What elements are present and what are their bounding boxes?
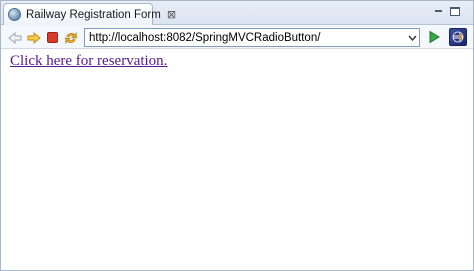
eclipse-icon (452, 31, 464, 43)
eclipse-button[interactable] (449, 28, 467, 46)
tab-strip: Railway Registration Form ⊠ (1, 1, 473, 25)
go-button[interactable] (427, 30, 441, 44)
stop-button[interactable] (45, 30, 60, 45)
stop-icon (47, 32, 58, 43)
maximize-icon[interactable] (450, 7, 460, 16)
back-button[interactable] (7, 30, 22, 45)
refresh-icon (64, 31, 77, 44)
url-text[interactable]: http://localhost:8082/SpringMVCRadioButt… (85, 32, 405, 44)
globe-icon (8, 8, 21, 21)
browser-window: Railway Registration Form ⊠ http://local… (0, 0, 474, 271)
tab-title: Railway Registration Form (26, 8, 161, 21)
minimize-icon[interactable] (433, 6, 445, 17)
refresh-button[interactable] (63, 30, 78, 45)
url-field[interactable]: http://localhost:8082/SpringMVCRadioButt… (84, 28, 420, 47)
close-tab-icon[interactable]: ⊠ (167, 9, 176, 20)
back-arrow-icon (7, 31, 21, 44)
reservation-link[interactable]: Click here for reservation. (10, 53, 167, 70)
forward-button[interactable] (26, 30, 41, 45)
page-content: Click here for reservation. (1, 50, 473, 270)
navigation-toolbar: http://localhost:8082/SpringMVCRadioButt… (1, 25, 473, 49)
forward-arrow-icon (27, 31, 41, 44)
go-icon (429, 30, 440, 44)
tab-railway-registration[interactable]: Railway Registration Form ⊠ (3, 3, 176, 25)
chevron-down-icon[interactable] (405, 29, 419, 46)
